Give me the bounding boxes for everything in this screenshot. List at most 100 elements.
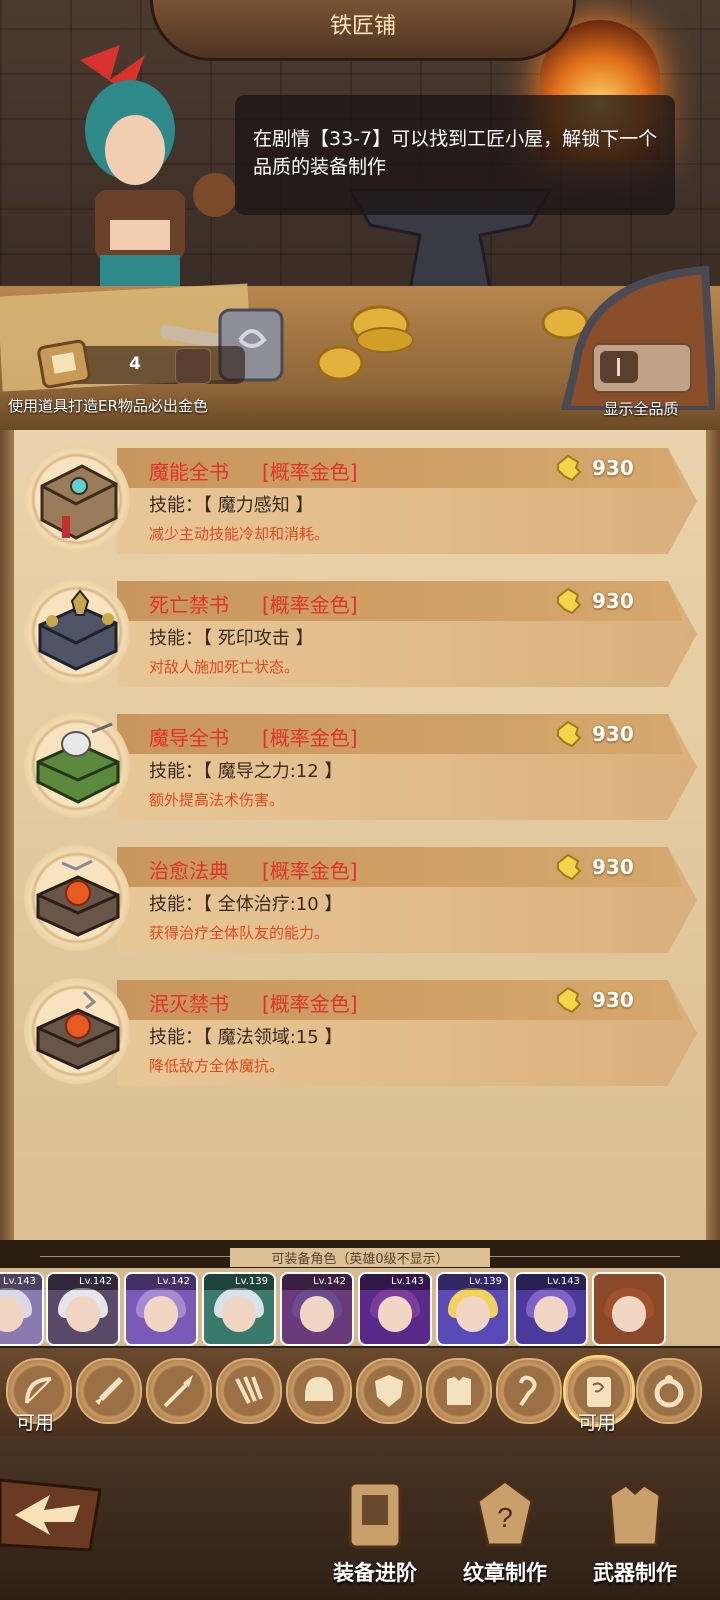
recipe-row[interactable]: 死亡禁书 [概率金色] 930 技能：【 死印攻击 】 对敌人施加死亡状态。 [22,579,702,689]
whip-icon [519,1375,537,1407]
hammer-fist-icon [557,986,582,1014]
scroll-icon [37,339,91,389]
scroll-item-slot[interactable]: 4 [35,338,245,390]
hero-portrait[interactable] [592,1272,666,1346]
item-description: 降低敌方全体魔抗。 [149,1057,285,1075]
emblem-craft-button[interactable]: ? 纹章制作 [435,1475,575,1595]
hero-level: Lv.142 [48,1274,118,1290]
hero-level: Lv.142 [282,1274,352,1290]
spear-icon [163,1375,193,1408]
armor-craft-icon [608,1483,662,1547]
item-rate: [概率金色] [262,460,358,484]
bow-icon [25,1377,52,1404]
emblem-craft-label: 纹章制作 [463,1561,547,1585]
item-name: 魔能全书 [149,460,229,484]
item-description: 对敌人施加死亡状态。 [149,658,300,676]
hammer-fist-icon [557,720,582,748]
hero-portrait[interactable]: Lv.139 [202,1272,276,1346]
item-rate: [概率金色] [262,859,358,883]
weapon-craft-button[interactable]: 武器制作 [565,1475,705,1595]
arcane-tome-icon [40,464,118,540]
category-sword[interactable] [76,1358,142,1424]
hero-level: Lv.139 [438,1274,508,1290]
item-icon-frame [24,446,130,552]
item-rate: [概率金色] [262,992,358,1016]
show-all-quality-label: 显示全品质 [603,400,679,418]
hero-level: Lv.139 [204,1274,274,1290]
item-cost: 930 [592,589,634,613]
hero-portrait[interactable]: Lv.143 [0,1272,44,1346]
svg-text:?: ? [497,1502,513,1533]
category-spear[interactable] [146,1358,212,1424]
item-skill: 技能：【 魔力感知 】 [149,495,314,516]
healing-codex-icon [36,859,120,937]
title-plate: 铁匠铺 [150,0,576,61]
page-title: 铁匠铺 [329,14,396,39]
toggle-knob [600,351,638,383]
helmet-icon [305,1377,333,1401]
item-icon-frame [24,712,130,818]
item-cost: 930 [592,722,634,746]
item-rate: [概率金色] [262,593,358,617]
armor-icon [447,1377,471,1405]
item-icon-frame [24,845,130,951]
upgrade-scroll-icon [348,1481,402,1549]
category-shield[interactable] [356,1358,422,1424]
category-claw[interactable] [216,1358,282,1424]
hero-portrait-row[interactable]: Lv.143 Lv.142 Lv.142 Lv.139 Lv.142 Lv.14… [0,1268,720,1346]
show-all-quality-toggle[interactable] [592,343,692,393]
hero-face [222,1296,256,1332]
hammer-fist-icon [557,853,582,881]
empty-item-slot[interactable] [175,348,211,384]
emblem-icon: ? [476,1479,534,1547]
category-helmet[interactable] [286,1358,352,1424]
item-skill: 技能：【 魔法领域:15 】 [149,1027,343,1048]
category-ring[interactable] [636,1358,702,1424]
hero-level: Lv.143 [360,1274,430,1290]
item-name: 泯灭禁书 [149,992,229,1016]
item-icon-frame [24,978,130,1084]
hero-face [612,1296,646,1332]
hero-portrait[interactable]: Lv.143 [514,1272,588,1346]
equipment-upgrade-label: 装备进阶 [333,1561,417,1585]
item-name: 死亡禁书 [149,593,229,617]
sword-icon [95,1377,123,1405]
annihilation-tome-icon [36,990,120,1070]
recipe-row[interactable]: 治愈法典 [概率金色] 930 技能：【 全体治疗:10 】 获得治疗全体队友的… [22,845,702,955]
hero-portrait[interactable]: Lv.139 [436,1272,510,1346]
item-skill: 技能：【 全体治疗:10 】 [149,894,343,915]
hero-portrait[interactable]: Lv.142 [124,1272,198,1346]
recipe-row[interactable]: 泯灭禁书 [概率金色] 930 技能：【 魔法领域:15 】 降低敌方全体魔抗。 [22,978,702,1088]
hero-level: Lv.143 [0,1274,42,1290]
back-button[interactable] [0,1460,110,1560]
equipment-upgrade-button[interactable]: 装备进阶 [305,1475,445,1595]
scroll-caption: 使用道具打造ER物品必出金色 [8,397,208,415]
category-whip[interactable] [496,1358,562,1424]
item-description: 获得治疗全体队友的能力。 [149,924,330,942]
hero-face [378,1296,412,1332]
hero-portrait[interactable]: Lv.142 [280,1272,354,1346]
recipe-row[interactable]: 魔导全书 [概率金色] 930 技能：【 魔导之力:12 】 额外提高法术伤害。 [22,712,702,822]
category-armor[interactable] [426,1358,492,1424]
hero-face [534,1296,568,1332]
claw-icon [235,1376,263,1404]
item-cost: 930 [592,855,634,879]
item-icon-frame [24,579,130,685]
ring-icon [654,1375,684,1408]
recipe-row[interactable]: 魔能全书 [概率金色] 930 技能：【 魔力感知 】 减少主动技能冷却和消耗。 [22,446,702,556]
heroes-caption: 可装备角色（英雄0级不显示） [230,1248,490,1267]
item-cost: 930 [592,456,634,480]
hero-portrait[interactable]: Lv.142 [46,1272,120,1346]
hammer-fist-icon [557,587,582,615]
item-cost: 930 [592,988,634,1012]
npc-hint-text: 在剧情【33-7】可以找到工匠小屋，解锁下一个品质的装备制作 [253,128,658,178]
item-description: 额外提高法术伤害。 [149,791,285,809]
hero-level: Lv.143 [516,1274,586,1290]
tome-icon [587,1377,611,1407]
death-tome-icon [38,589,118,671]
gold-coins [316,305,589,381]
hero-portrait[interactable]: Lv.143 [358,1272,432,1346]
hero-face [66,1296,100,1332]
hero-face [300,1296,334,1332]
item-skill: 技能：【 魔导之力:12 】 [149,761,343,782]
